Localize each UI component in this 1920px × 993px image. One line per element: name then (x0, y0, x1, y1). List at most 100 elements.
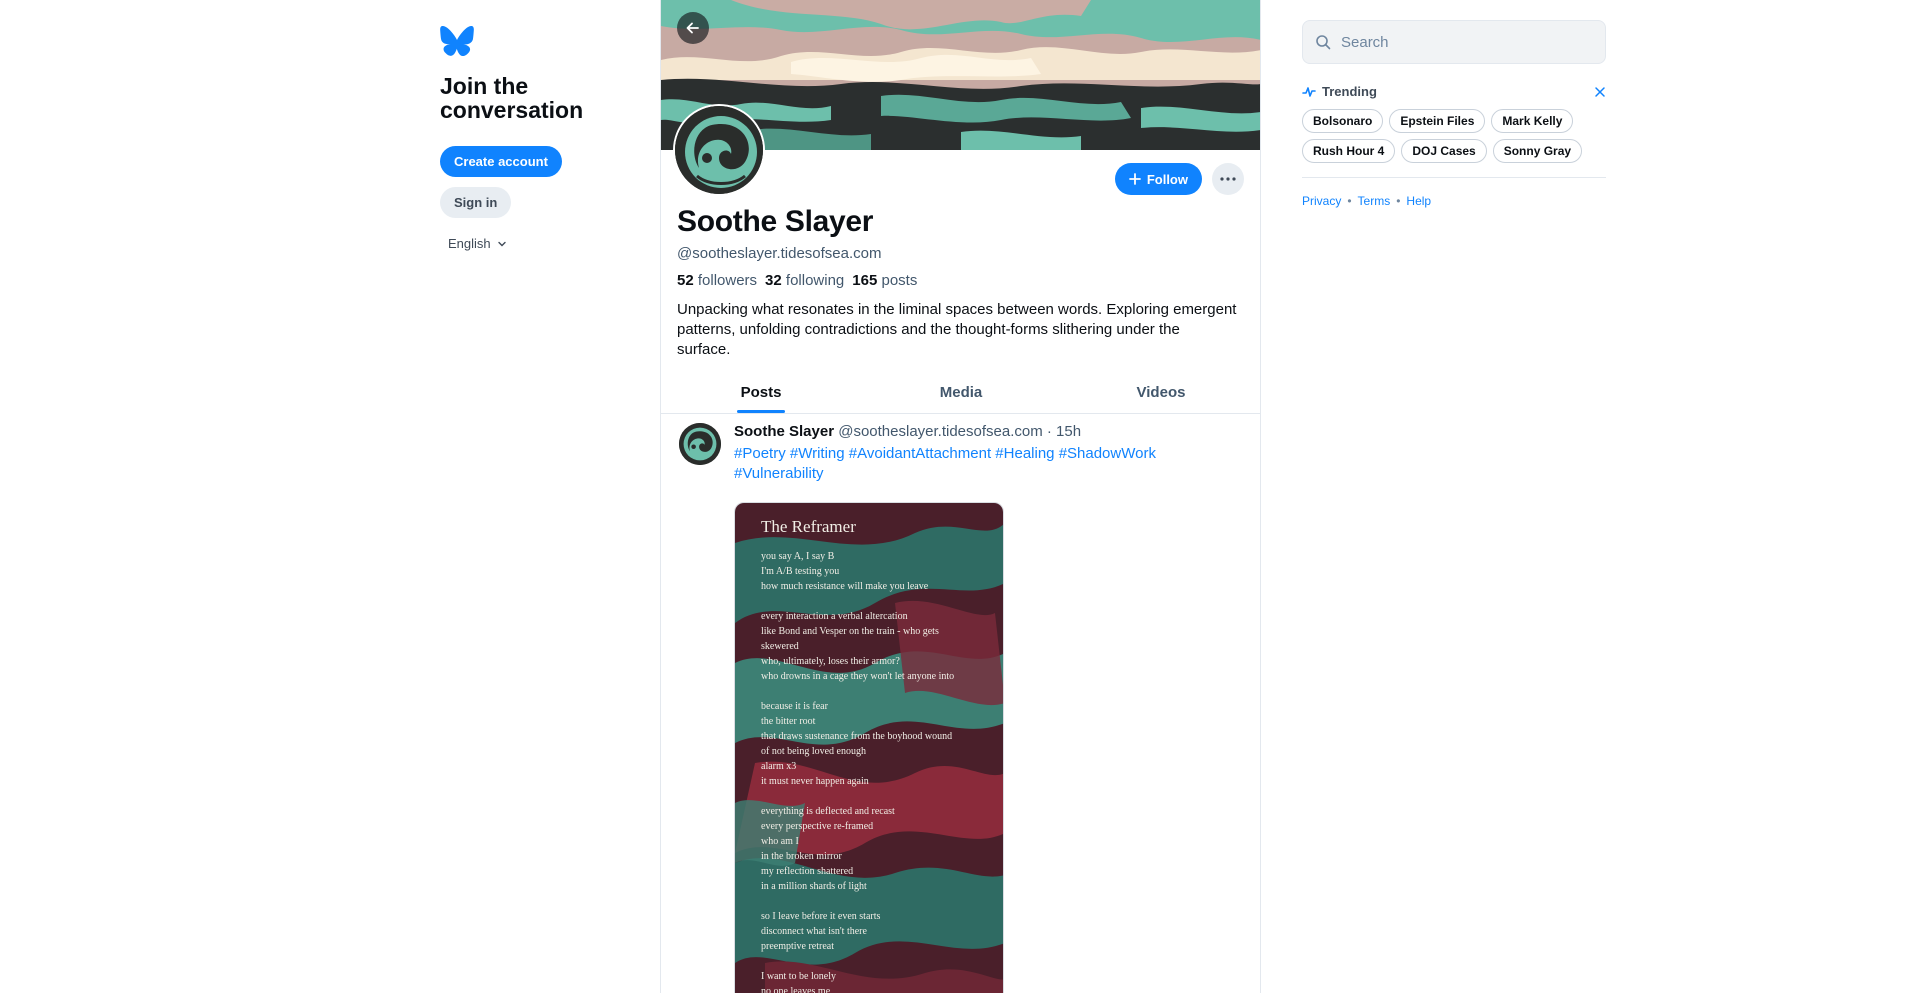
language-select[interactable]: English (448, 236, 640, 251)
poem-line: who am I (761, 836, 799, 847)
tab-videos[interactable]: Videos (1061, 380, 1260, 413)
join-heading: Join the conversation (440, 73, 584, 123)
profile-stats: 52 followers 32 following 165 posts (677, 272, 917, 289)
language-label: English (448, 236, 491, 251)
following-count: 32 (765, 272, 782, 289)
right-sidebar: Search Trending Bolsonaro Epstein Files … (1302, 20, 1606, 208)
poem-line: that draws sustenance from the boyhood w… (761, 731, 953, 742)
profile-display-name: Soothe Slayer (677, 205, 874, 238)
close-icon[interactable] (1594, 86, 1606, 98)
ellipsis-icon (1220, 177, 1236, 181)
poem-line: I'm A/B testing you (761, 566, 840, 577)
poem-line: every interaction a verbal altercation (761, 611, 908, 622)
poem-line: because it is fear (761, 701, 828, 712)
poem-text: The Reframer you say A, I say B I'm A/B … (761, 517, 954, 993)
poem-line: who drowns in a cage they won't let anyo… (761, 671, 955, 682)
search-placeholder: Search (1341, 33, 1389, 51)
back-button[interactable] (677, 12, 709, 44)
hashtag-link[interactable]: #Vulnerability (734, 465, 824, 482)
poem-line: my reflection shattered (761, 866, 854, 877)
following-label: following (785, 272, 845, 289)
create-account-button[interactable]: Create account (440, 146, 562, 177)
trending-chip[interactable]: Epstein Files (1389, 109, 1486, 133)
poem-line: in the broken mirror (761, 851, 842, 862)
follow-button[interactable]: Follow (1114, 163, 1202, 195)
hashtag-link[interactable]: #Healing (995, 445, 1054, 462)
follow-label: Follow (1146, 171, 1188, 187)
search-input[interactable]: Search (1302, 20, 1606, 64)
poem-line: I want to be lonely (761, 971, 836, 982)
hashtag-link[interactable]: #ShadowWork (1059, 445, 1156, 462)
more-options-button[interactable] (1212, 163, 1244, 195)
profile-column: Follow Soothe Slayer @sootheslayer.tides… (660, 0, 1261, 993)
hashtag-link[interactable]: #AvoidantAttachment (849, 445, 991, 462)
trending-chip[interactable]: Sonny Gray (1492, 139, 1583, 163)
profile-bio: Unpacking what resonates in the liminal … (677, 301, 1237, 358)
poem-line: it must never happen again (761, 776, 869, 787)
post-time[interactable]: · 15h (1047, 423, 1081, 440)
tab-posts[interactable]: Posts (661, 380, 861, 413)
profile-actions: Follow (1114, 163, 1244, 195)
tab-media[interactable]: Media (861, 380, 1061, 413)
poem-line: every perspective re-framed (761, 821, 874, 832)
trending-chip[interactable]: Rush Hour 4 (1302, 139, 1396, 163)
followers-stat[interactable]: 52 followers (677, 272, 757, 289)
poem-line: who, ultimately, loses their armor? (761, 656, 900, 667)
poem-line: you say A, I say B (761, 551, 835, 562)
poem-line: no one leaves me (761, 986, 831, 993)
post-author[interactable]: Soothe Slayer (734, 423, 834, 440)
following-stat[interactable]: 32 following (765, 272, 844, 289)
poem-line: disconnect what isn't there (761, 926, 867, 937)
wave-logo-image (675, 106, 763, 194)
trending-chip[interactable]: Mark Kelly (1491, 109, 1574, 133)
post-image[interactable]: The Reframer you say A, I say B I'm A/B … (734, 502, 1004, 993)
butterfly-icon[interactable] (440, 26, 474, 56)
divider (1302, 177, 1606, 178)
profile-avatar[interactable] (673, 104, 765, 196)
terms-link[interactable]: Terms (1358, 194, 1391, 208)
separator-dot: • (1347, 194, 1352, 208)
poem-title: The Reframer (761, 517, 856, 536)
trending-topics: Bolsonaro Epstein Files Mark Kelly Rush … (1302, 109, 1602, 163)
plus-icon (1128, 173, 1141, 185)
poem-line: preemptive retreat (761, 941, 835, 952)
hashtag-link[interactable]: #Poetry (734, 445, 786, 462)
post-header: Soothe Slayer @sootheslayer.tidesofsea.c… (734, 423, 1234, 440)
trending-chip[interactable]: DOJ Cases (1401, 139, 1487, 163)
poem-line: of not being loved enough (761, 746, 866, 757)
trending-label: Trending (1322, 84, 1377, 99)
search-icon (1316, 35, 1331, 50)
trending-pulse-icon (1302, 86, 1316, 97)
left-sidebar: Join the conversation Create account Sig… (440, 26, 640, 251)
poem-line: like Bond and Vesper on the train - who … (761, 626, 939, 637)
footer-links: Privacy • Terms • Help (1302, 194, 1606, 208)
trending-chip[interactable]: Bolsonaro (1302, 109, 1384, 133)
post-hashtags: #Poetry #Writing #AvoidantAttachment #He… (734, 444, 1234, 484)
separator-dot: • (1396, 194, 1401, 208)
poem-line: the bitter root (761, 716, 816, 727)
hashtag-link[interactable]: #Writing (790, 445, 845, 462)
post-body: Soothe Slayer @sootheslayer.tidesofsea.c… (734, 423, 1234, 993)
poem-line: how much resistance will make you leave (761, 581, 929, 592)
followers-label: followers (697, 272, 758, 289)
poem-line: in a million shards of light (761, 881, 867, 892)
post-item[interactable]: Soothe Slayer @sootheslayer.tidesofsea.c… (661, 415, 1260, 993)
wave-logo-image (679, 423, 721, 465)
followers-count: 52 (677, 272, 694, 289)
privacy-link[interactable]: Privacy (1302, 194, 1341, 208)
poem-line: skewered (761, 641, 799, 652)
post-avatar[interactable] (679, 423, 721, 465)
sign-in-button[interactable]: Sign in (440, 187, 512, 218)
arrow-left-icon (686, 22, 699, 34)
profile-handle: @sootheslayer.tidesofsea.com (677, 245, 882, 262)
help-link[interactable]: Help (1406, 194, 1431, 208)
poem-line: so I leave before it even starts (761, 911, 881, 922)
trending-header: Trending (1302, 84, 1606, 99)
poem-line: alarm x3 (761, 761, 797, 772)
post-handle[interactable]: @sootheslayer.tidesofsea.com (838, 423, 1043, 440)
posts-stat: 165 posts (852, 272, 917, 289)
chevron-down-icon (497, 241, 506, 246)
posts-label: posts (881, 272, 918, 289)
posts-count: 165 (852, 272, 878, 289)
profile-tabs: Posts Media Videos (661, 380, 1260, 414)
